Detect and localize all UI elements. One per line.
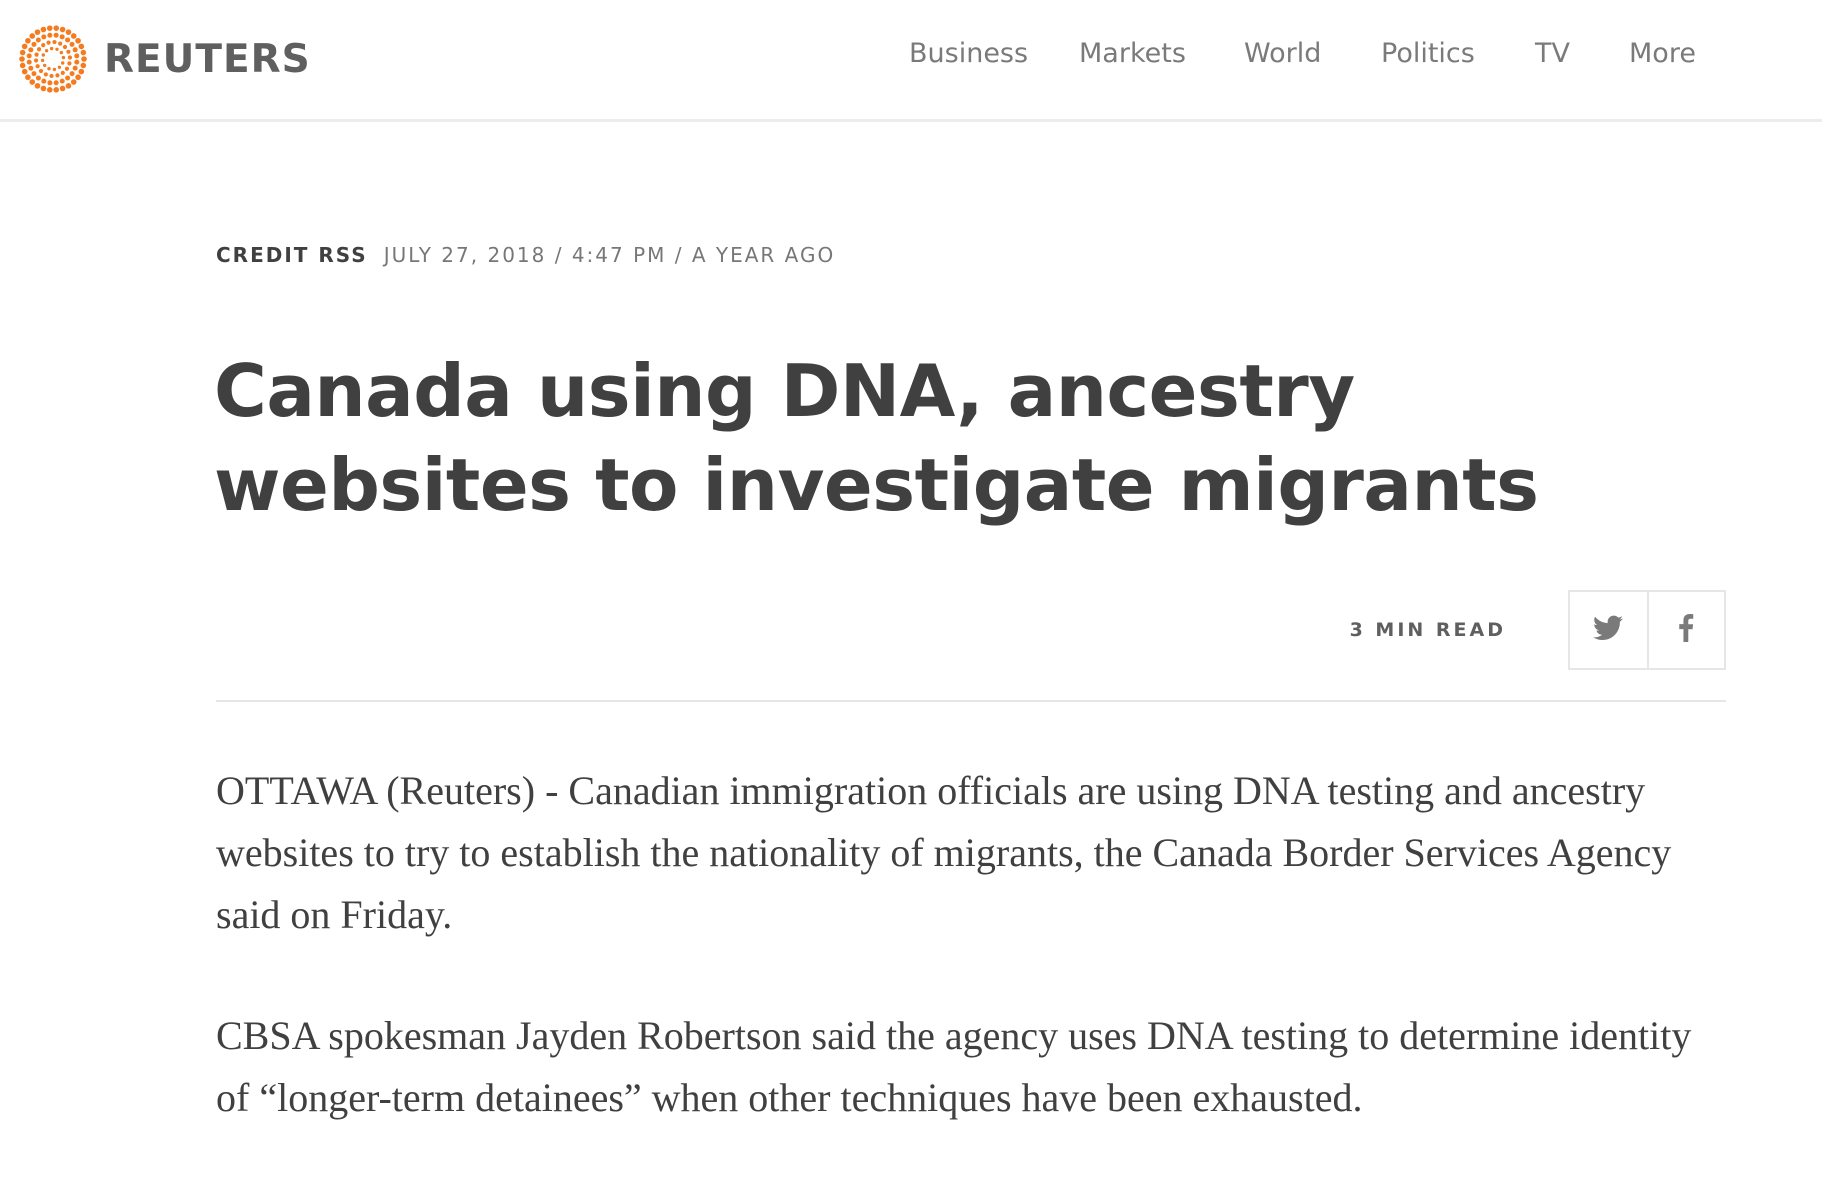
nav-item-markets[interactable]: Markets bbox=[1079, 38, 1186, 69]
nav-item-world[interactable]: World bbox=[1244, 38, 1321, 69]
article-headline: Canada using DNA, ancestry websites to i… bbox=[214, 349, 1539, 527]
main-nav: Business Markets World Politics TV More bbox=[0, 38, 1822, 78]
twitter-icon bbox=[1593, 615, 1624, 646]
article-paragraph-1: OTTAWA (Reuters) - Canadian immigration … bbox=[216, 768, 1672, 937]
byline-date: JULY 27, 2018 / 4:47 PM / A YEAR AGO bbox=[383, 243, 836, 267]
article-meta-row: 3 MIN READ bbox=[216, 590, 1726, 670]
nav-item-business[interactable]: Business bbox=[909, 38, 1028, 69]
nav-item-more[interactable]: More bbox=[1629, 38, 1696, 69]
article-byline: CREDIT RSS JULY 27, 2018 / 4:47 PM / A YE… bbox=[216, 243, 835, 267]
nav-item-tv[interactable]: TV bbox=[1535, 38, 1570, 69]
facebook-icon bbox=[1678, 613, 1694, 647]
share-twitter-button[interactable] bbox=[1570, 592, 1647, 668]
read-time: 3 MIN READ bbox=[1349, 619, 1506, 641]
nav-item-politics[interactable]: Politics bbox=[1381, 38, 1475, 69]
article-paragraph-2: CBSA spokesman Jayden Robertson said the… bbox=[216, 1013, 1692, 1120]
share-facebook-button[interactable] bbox=[1646, 592, 1724, 668]
article-divider bbox=[216, 700, 1726, 702]
byline-source[interactable]: CREDIT RSS bbox=[216, 243, 368, 267]
site-header: REUTERS Business Markets World Politics … bbox=[0, 0, 1822, 122]
share-buttons bbox=[1568, 590, 1726, 670]
